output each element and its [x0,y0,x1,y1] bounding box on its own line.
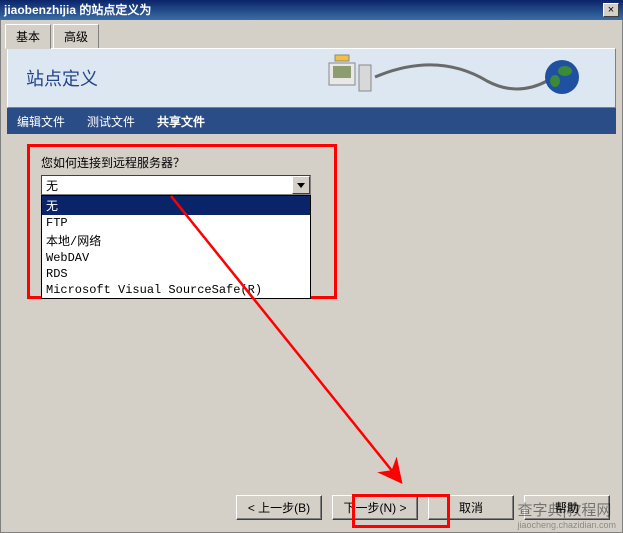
window-body: 基本 高级 站点定义 编辑文件 测试文件 共享文件 您如何连接到远程服务器？ [0,20,623,533]
wizard-steps-nav: 编辑文件 测试文件 共享文件 [7,108,616,134]
wizard-title: 站点定义 [26,65,98,91]
window-title: jiaobenzhijia 的站点定义为 [4,0,151,20]
prompt-label: 您如何连接到远程服务器？ [41,154,604,171]
wizard-buttons: < 上一步(B) 下一步(N) > 取消 帮助 [236,495,610,520]
connection-combo[interactable]: 无 FTP 本地/网络 WebDAV RDS Microsoft Visual … [41,175,311,299]
option-local[interactable]: 本地/网络 [42,231,310,250]
tab-advanced[interactable]: 高级 [53,24,99,48]
option-vss[interactable]: Microsoft Visual SourceSafe(R) [42,282,310,298]
watermark-sub: jiaocheng.chazidian.com [517,520,616,530]
help-button[interactable]: 帮助 [524,495,610,520]
header-graphic-icon [317,53,597,103]
back-button[interactable]: < 上一步(B) [236,495,322,520]
option-none[interactable]: 无 [42,196,310,215]
connection-combo-input-wrap [41,175,311,195]
prompt-area: 您如何连接到远程服务器？ 无 FTP 本地/网络 WebDAV RDS Micr… [41,154,604,299]
wizard-content: 您如何连接到远程服务器？ 无 FTP 本地/网络 WebDAV RDS Micr… [7,134,616,313]
wizard-header: 站点定义 [7,48,616,108]
connection-dropdown-list: 无 FTP 本地/网络 WebDAV RDS Microsoft Visual … [41,195,311,299]
next-button[interactable]: 下一步(N) > [332,495,418,520]
option-ftp[interactable]: FTP [42,215,310,231]
combo-dropdown-button[interactable] [292,176,310,194]
tab-basic[interactable]: 基本 [5,24,51,49]
nav-step-test[interactable]: 测试文件 [87,113,135,130]
window-titlebar: jiaobenzhijia 的站点定义为 × [0,0,623,20]
nav-step-edit[interactable]: 编辑文件 [17,113,65,130]
option-webdav[interactable]: WebDAV [42,250,310,266]
option-rds[interactable]: RDS [42,266,310,282]
cancel-button[interactable]: 取消 [428,495,514,520]
connection-input[interactable] [42,176,292,194]
nav-step-share[interactable]: 共享文件 [157,113,205,130]
tab-strip: 基本 高级 [1,20,622,48]
close-button[interactable]: × [603,3,619,17]
